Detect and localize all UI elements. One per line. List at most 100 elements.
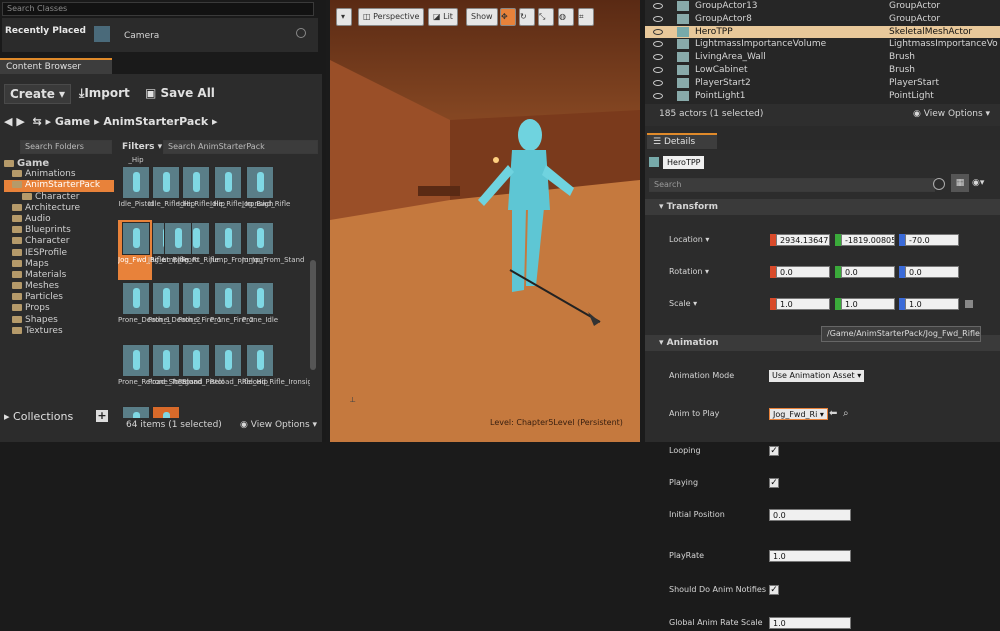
use-selected-icon[interactable]: ⬅ [829, 406, 837, 422]
tree-item-audio[interactable]: Audio [4, 214, 114, 225]
asset-tile[interactable] [122, 282, 150, 315]
outliner-row[interactable]: GroupActor13 GroupActor [645, 0, 1000, 13]
asset-tile[interactable] [122, 222, 150, 255]
scale-y-field[interactable]: 1.0 [841, 298, 895, 310]
playing-checkbox[interactable]: ✓ [769, 478, 779, 488]
translate-icon[interactable]: ✥ [500, 8, 516, 26]
tree-item-animations[interactable]: Animations [4, 169, 114, 180]
snap-icon[interactable]: ⌗ [578, 8, 594, 26]
eye-icon[interactable] [653, 41, 663, 48]
search-folders-input[interactable]: Search Folders [20, 140, 112, 154]
filters-button[interactable]: Filters ▾ [122, 142, 162, 152]
asset-tile[interactable] [122, 406, 150, 418]
tree-item-particles[interactable]: Particles [4, 292, 114, 303]
eye-icon[interactable] [653, 79, 663, 86]
scale-label[interactable]: Scale ▾ [669, 296, 697, 312]
viewport-menu-button[interactable]: ▾ [336, 8, 352, 26]
help-icon[interactable] [296, 28, 306, 38]
scale-x-field[interactable]: 1.0 [776, 298, 830, 310]
grid-view-icon[interactable]: ▦ [951, 174, 969, 192]
asset-tile[interactable] [214, 282, 242, 315]
location-label[interactable]: Location ▾ [669, 232, 709, 248]
asset-scrollbar[interactable] [310, 260, 316, 370]
forward-arrow-icon[interactable]: ▶ [16, 115, 24, 128]
asset-tile[interactable] [214, 344, 242, 377]
outliner-row[interactable]: LivingArea_Wall Brush [645, 51, 1000, 64]
eye-icon[interactable] [653, 28, 663, 35]
section-transform[interactable]: ▾ Transform [645, 199, 1000, 215]
asset-tile[interactable] [246, 344, 274, 377]
asset-tile[interactable] [122, 166, 150, 199]
asset-tile[interactable] [246, 282, 274, 315]
rotation-y-field[interactable]: 0.0 [841, 266, 895, 278]
anim-to-play-select[interactable]: Jog_Fwd_Ri ▾ [769, 408, 828, 420]
tree-item-blueprints[interactable]: Blueprints [4, 225, 114, 236]
tree-item-meshes[interactable]: Meshes [4, 281, 114, 292]
outliner-row[interactable]: PointLight1 PointLight [645, 90, 1000, 103]
asset-tile[interactable] [214, 166, 242, 199]
play-rate-field[interactable]: 1.0 [769, 550, 851, 562]
anim-mode-select[interactable]: Use Animation Asset ▾ [769, 370, 865, 382]
tab-details[interactable]: ☰ Details [647, 133, 717, 149]
create-button[interactable]: Create ▾ [4, 84, 72, 104]
outliner-row[interactable]: LowCabinet Brush [645, 64, 1000, 77]
eye-icon[interactable] [653, 54, 663, 61]
eye-icon[interactable] [653, 3, 663, 9]
tree-item-shapes[interactable]: Shapes [4, 315, 114, 326]
tree-item-props[interactable]: Props [4, 303, 114, 314]
collections-toggle[interactable]: ▸ Collections [4, 410, 73, 423]
rotate-icon[interactable]: ↻ [519, 8, 535, 26]
outliner-row[interactable]: GroupActor8 GroupActor [645, 13, 1000, 26]
show-button[interactable]: Show [466, 8, 498, 26]
global-rate-field[interactable]: 1.0 [769, 617, 851, 629]
details-search-input[interactable]: Search [649, 178, 935, 192]
tree-item-character[interactable]: Character [4, 236, 114, 247]
tree-item-character-sub[interactable]: Character [4, 192, 114, 203]
add-collection-icon[interactable]: + [96, 410, 108, 422]
level-viewport[interactable]: ▾ ◫ Perspective ◪ Lit Show ✥ ↻ ⤡ ◍ ⌗ ⟂ L… [330, 0, 640, 442]
asset-tile[interactable] [164, 222, 192, 255]
tab-content-browser[interactable]: Content Browser [0, 58, 112, 74]
outliner-row[interactable]: LightmassImportanceVolume LightmassImport… [645, 38, 1000, 51]
asset-tile[interactable] [122, 344, 150, 377]
lock-icon[interactable] [965, 300, 973, 308]
rotation-label[interactable]: Rotation ▾ [669, 264, 709, 280]
world-icon[interactable]: ◍ [558, 8, 574, 26]
lit-button[interactable]: ◪ Lit [428, 8, 458, 26]
import-button[interactable]: ⤓Import [74, 84, 135, 103]
asset-tile[interactable] [214, 222, 242, 255]
breadcrumb-game[interactable]: Game [55, 115, 90, 128]
camera-item[interactable]: Camera [124, 31, 159, 41]
tree-item-iesprofile[interactable]: IESProfile [4, 248, 114, 259]
location-y-field[interactable]: -1819.00805 [841, 234, 895, 246]
notifies-checkbox[interactable]: ✓ [769, 585, 779, 595]
save-all-button[interactable]: ▣ Save All [140, 84, 220, 102]
tree-item-animstarterpack[interactable]: AnimStarterPack [4, 180, 114, 192]
tree-item-architecture[interactable]: Architecture [4, 203, 114, 214]
breadcrumb-animstarterpack[interactable]: AnimStarterPack [103, 115, 208, 128]
location-x-field[interactable]: 2934.136475 [776, 234, 830, 246]
search-icon[interactable] [933, 178, 945, 190]
view-options-button[interactable]: ◉ View Options ▾ [913, 109, 990, 119]
eye-dropdown-icon[interactable]: ◉▾ [972, 178, 984, 188]
looping-checkbox[interactable]: ✓ [769, 446, 779, 456]
tree-item-game[interactable]: Game [4, 158, 114, 169]
scale-icon[interactable]: ⤡ [538, 8, 554, 26]
location-z-field[interactable]: -70.0 [905, 234, 959, 246]
scale-z-field[interactable]: 1.0 [905, 298, 959, 310]
initial-position-field[interactable]: 0.0 [769, 509, 851, 521]
view-options-button[interactable]: ◉ View Options ▾ [240, 420, 317, 430]
outliner-row-selected[interactable]: HeroTPP SkeletalMeshActor [645, 25, 1000, 39]
tree-item-maps[interactable]: Maps [4, 259, 114, 270]
search-assets-input[interactable]: Search AnimStarterPack [163, 140, 318, 154]
eye-icon[interactable] [653, 15, 663, 22]
browse-icon[interactable]: ⌕ [843, 406, 849, 422]
tree-item-materials[interactable]: Materials [4, 270, 114, 281]
rotation-z-field[interactable]: 0.0 [905, 266, 959, 278]
search-classes-input[interactable]: Search Classes [2, 2, 314, 16]
eye-icon[interactable] [653, 92, 663, 99]
history-icon[interactable]: ⇆ [32, 115, 41, 128]
actor-name-field[interactable]: HeroTPP [663, 156, 705, 169]
asset-tile[interactable] [246, 222, 274, 255]
perspective-button[interactable]: ◫ Perspective [358, 8, 425, 26]
